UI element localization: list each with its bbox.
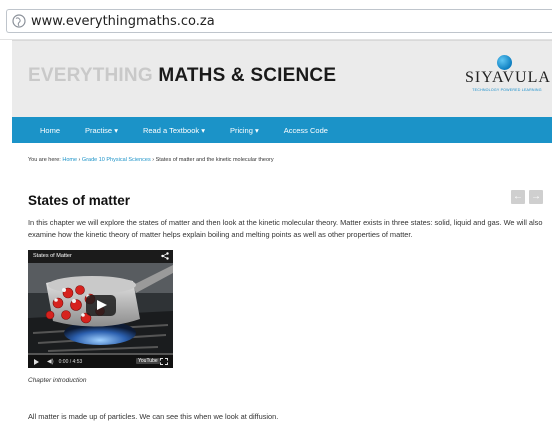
url-field[interactable]: www.everythingmaths.co.za	[6, 9, 552, 33]
nav-item-access-code[interactable]: Access Code	[284, 126, 328, 135]
globe-icon	[12, 14, 26, 28]
play-button[interactable]	[86, 295, 116, 316]
video-player[interactable]: States of Matter ◀) 0:00 / 4:53 YouTube	[28, 250, 173, 368]
youtube-logo[interactable]: YouTube	[136, 358, 160, 364]
video-time: 0:00 / 4:53	[58, 358, 83, 365]
prev-arrow-icon[interactable]: ←	[511, 190, 525, 204]
url-text: www.everythingmaths.co.za	[31, 13, 215, 29]
brand-maths-science: MATHS & SCIENCE	[158, 65, 337, 86]
brand-everything: EVERYTHING	[28, 65, 153, 86]
breadcrumb-section-link[interactable]: Grade 10 Physical Sciences	[82, 157, 151, 163]
video-title[interactable]: States of Matter	[33, 253, 72, 259]
chapter-nav-arrows: ← →	[511, 190, 543, 204]
siyavula-logo[interactable]: SIYAVULA TECHNOLOGY POWERED LEARNING	[465, 55, 551, 105]
logo-tagline: TECHNOLOGY POWERED LEARNING	[472, 88, 542, 92]
site-brand[interactable]: EVERYTHING MATHS & SCIENCE	[28, 65, 336, 87]
fullscreen-icon[interactable]	[160, 358, 168, 365]
logo-ball-icon	[497, 55, 512, 70]
video-caption: Chapter introduction	[28, 377, 87, 384]
site-header: EVERYTHING MATHS & SCIENCE SIYAVULA TECH…	[12, 40, 552, 117]
breadcrumb-home-link[interactable]: Home	[62, 157, 77, 163]
breadcrumb: You are here: Home › Grade 10 Physical S…	[28, 157, 274, 163]
nav-item-practise[interactable]: Practise ▾	[85, 126, 118, 135]
nav-item-pricing[interactable]: Pricing ▾	[230, 126, 259, 135]
share-icon[interactable]	[161, 252, 169, 260]
intro-paragraph: In this chapter we will explore the stat…	[28, 218, 543, 239]
page-title: States of matter	[28, 193, 131, 208]
control-play-icon[interactable]	[34, 358, 39, 365]
browser-address-bar: www.everythingmaths.co.za	[0, 0, 552, 40]
breadcrumb-current: States of matter and the kinetic molecul…	[155, 157, 274, 163]
breadcrumb-prefix: You are here:	[28, 157, 63, 163]
video-controls: ◀) 0:00 / 4:53 YouTube	[28, 355, 173, 368]
nav-item-read-textbook[interactable]: Read a Textbook ▾	[143, 126, 205, 135]
logo-word: SIYAVULA	[465, 69, 551, 86]
nav-item-home[interactable]: Home	[40, 126, 60, 135]
main-nav: Home Practise ▾ Read a Textbook ▾ Pricin…	[12, 117, 552, 143]
body-paragraph: All matter is made up of particles. We c…	[28, 412, 279, 421]
volume-icon[interactable]: ◀)	[47, 358, 54, 365]
next-arrow-icon[interactable]: →	[529, 190, 543, 204]
